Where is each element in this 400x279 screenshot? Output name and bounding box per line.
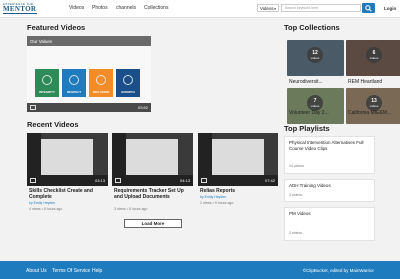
featured-video-title: Our Values <box>30 39 53 44</box>
thumbnail-screen <box>212 139 264 175</box>
logo-underline <box>3 13 37 14</box>
video-thumbnail[interactable]: 03:13 <box>27 133 108 186</box>
video-duration: 07:42 <box>264 178 275 183</box>
thumbnail-screen <box>41 139 93 175</box>
value-icon <box>96 75 106 85</box>
collection-thumbnail[interactable]: 13 videos <box>346 88 400 124</box>
collection-count-badge: 7 videos <box>307 95 323 111</box>
search-icon <box>365 5 372 12</box>
video-title[interactable]: Relias Reports <box>200 188 276 194</box>
footer-help-link[interactable]: Help <box>92 268 102 274</box>
video-duration: 04:13 <box>179 178 190 183</box>
value-tile-inclusion: INCLUSION <box>89 69 113 97</box>
value-tile-label: RESPECT <box>66 90 82 94</box>
logo-text: MENTOR <box>3 5 37 13</box>
video-author[interactable]: by Emily Heyden <box>200 195 226 199</box>
playlist-count: 14 videos <box>289 164 304 168</box>
value-icon <box>69 75 79 85</box>
video-meta: 2 views • 9 hours ago <box>200 201 234 205</box>
value-tile-label: GROWTH <box>121 90 135 94</box>
video-title[interactable]: Skills Checklist Create and Complete <box>29 188 107 200</box>
add-to-playlist-icon[interactable] <box>115 178 121 183</box>
search-button[interactable] <box>362 3 375 13</box>
top-header: EXPERIENCE THE MENTOR Videos Photos chan… <box>0 0 400 18</box>
search-input[interactable]: Search keyword here <box>281 4 361 12</box>
featured-video-player[interactable]: Our Values INTEGRITY RESPECT INCLUSION G… <box>27 36 151 112</box>
video-author[interactable]: by Emily Heyden <box>29 201 55 205</box>
chevron-down-icon: ▾ <box>274 7 276 11</box>
collection-count-badge: 6 videos <box>366 47 382 63</box>
nav-channels[interactable]: channels <box>116 5 136 11</box>
playlist-title[interactable]: PM Videos <box>289 211 373 217</box>
add-to-playlist-icon[interactable] <box>30 178 36 183</box>
thumbnail-screen <box>126 139 178 175</box>
video-title[interactable]: Requirements Tracker Set Up and Upload D… <box>114 188 194 200</box>
featured-videos-heading: Featured Videos <box>27 23 86 32</box>
value-icon <box>123 75 133 85</box>
value-tile-label: INTEGRITY <box>38 90 55 94</box>
video-thumbnail[interactable]: 04:13 <box>112 133 193 186</box>
site-footer: About Us Terms Of Service Help ©ClipBuck… <box>0 261 400 279</box>
nav-photos[interactable]: Photos <box>92 5 108 11</box>
collection-thumbnail[interactable]: 6 videos <box>346 40 400 76</box>
playlist-item[interactable]: ADH Training Videos 3 videos <box>284 179 375 202</box>
collection-name[interactable]: Neurodiversit... <box>289 79 323 85</box>
playlist-title[interactable]: Physical Intervention Alternatives Full … <box>289 140 373 152</box>
playlist-item[interactable]: PM Videos 2 videos <box>284 207 375 241</box>
collection-name[interactable]: REM Heartland <box>348 79 382 85</box>
search-scope-select[interactable]: Videos ▾ <box>257 4 279 12</box>
video-duration: 03:13 <box>94 178 105 183</box>
playlist-item[interactable]: Physical Intervention Alternatives Full … <box>284 136 375 174</box>
video-meta: 3 views • 8 hours ago <box>114 207 148 211</box>
copyright-text: ©ClipBucket, edited by MainWarrior <box>302 268 374 273</box>
value-tile-growth: GROWTH <box>116 69 140 97</box>
footer-terms-link[interactable]: Terms Of Service <box>52 268 90 274</box>
collection-name[interactable]: California MIE&M... <box>348 110 391 116</box>
search-scope-value: Videos <box>260 6 274 11</box>
site-logo[interactable]: EXPERIENCE THE MENTOR <box>3 2 37 15</box>
top-collections-heading: Top Collections <box>284 23 340 32</box>
login-link[interactable]: Login <box>384 6 396 11</box>
nav-collections[interactable]: Collections <box>144 5 168 11</box>
video-duration: 03:52 <box>137 105 148 110</box>
video-meta: 4 views • 8 hours ago <box>29 207 63 211</box>
top-playlists-heading: Top Playlists <box>284 124 330 133</box>
add-to-playlist-icon[interactable] <box>201 178 207 183</box>
value-tile-respect: RESPECT <box>62 69 86 97</box>
featured-bottom-bar: 03:52 <box>27 103 151 112</box>
collection-count-badge: 13 videos <box>366 95 382 111</box>
video-thumbnail[interactable]: 07:42 <box>198 133 278 186</box>
playlist-title[interactable]: ADH Training Videos <box>289 183 373 189</box>
featured-title-bar: Our Values <box>27 36 151 46</box>
value-tile-label: INCLUSION <box>92 90 110 94</box>
collection-thumbnail[interactable]: 12 videos <box>287 40 344 76</box>
recent-videos-heading: Recent Videos <box>27 120 79 129</box>
collection-count-badge: 12 videos <box>307 47 323 63</box>
value-tile-integrity: INTEGRITY <box>35 69 59 97</box>
value-icon <box>42 75 52 85</box>
nav-videos[interactable]: Videos <box>69 5 84 11</box>
playlist-count: 2 videos <box>289 231 303 235</box>
load-more-button[interactable]: Load More <box>124 219 182 228</box>
footer-about-link[interactable]: About Us <box>26 268 47 274</box>
collection-thumbnail[interactable]: 7 videos <box>287 88 344 124</box>
collection-name[interactable]: Volunteer Day 2... <box>289 110 329 116</box>
add-to-playlist-icon[interactable] <box>30 105 36 110</box>
playlist-count: 3 videos <box>289 193 303 197</box>
